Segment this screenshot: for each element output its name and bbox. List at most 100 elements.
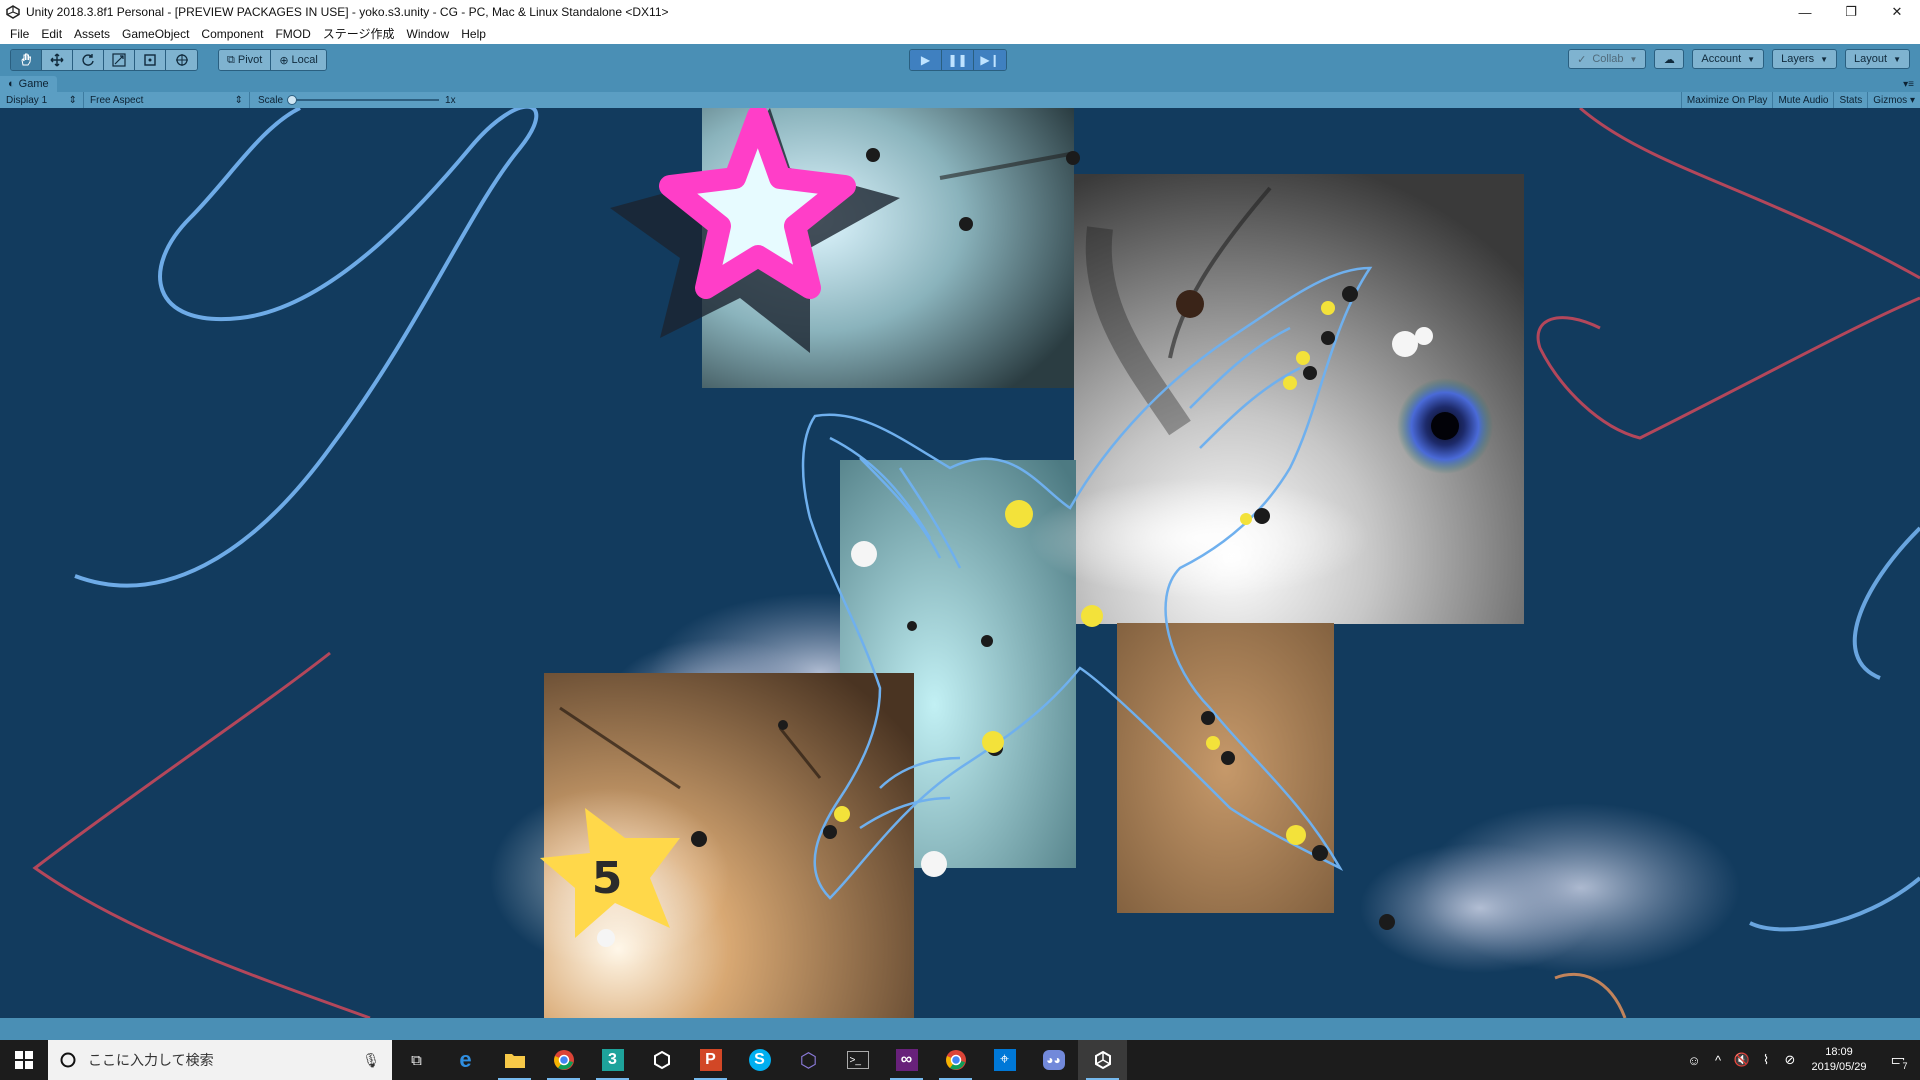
volume-button[interactable]: 🔇 xyxy=(1730,1040,1754,1080)
collab-dropdown[interactable]: ✓ Collab ▼ xyxy=(1568,49,1647,69)
tab-game[interactable]: ◐ Game xyxy=(0,76,57,92)
taskbar-chrome-2[interactable] xyxy=(931,1040,980,1080)
folder-icon xyxy=(504,1054,525,1068)
aspect-dropdown[interactable]: Free Aspect ⇕ xyxy=(84,92,250,108)
move-icon xyxy=(50,53,64,67)
light-trail-blue-left xyxy=(74,108,539,588)
taskbar-chrome[interactable] xyxy=(539,1040,588,1080)
dropdown-arrow-icon: ▼ xyxy=(1893,54,1901,64)
panel-cork-right xyxy=(1117,623,1334,913)
taskbar-discord[interactable]: ◕◕ xyxy=(1029,1040,1078,1080)
playback-controls: ▶ ❚❚ ▶❙ xyxy=(909,49,1007,71)
toolbar-right: ✓ Collab ▼ ☁ Account ▼ Layers ▼ Layout ▼ xyxy=(1568,49,1910,69)
action-center-button[interactable]: ▭ 7 xyxy=(1876,1040,1920,1080)
taskbar-app-hex[interactable]: ⬡ xyxy=(784,1040,833,1080)
network-button[interactable]: ⌇ xyxy=(1754,1040,1778,1080)
scale-slider[interactable] xyxy=(287,95,440,105)
task-view-button[interactable]: ⧉ xyxy=(392,1040,441,1080)
cloud-icon: ☁ xyxy=(1663,53,1675,66)
menu-bar: File Edit Assets GameObject Component FM… xyxy=(0,24,1920,44)
hand-tool-button[interactable] xyxy=(11,50,42,70)
people-button[interactable]: ☺ xyxy=(1682,1040,1706,1080)
rotate-tool-button[interactable] xyxy=(73,50,104,70)
close-button[interactable]: ✕ xyxy=(1874,0,1920,24)
taskbar-unity[interactable] xyxy=(1078,1040,1127,1080)
pause-button[interactable]: ❚❚ xyxy=(942,50,974,70)
rect-tool-button[interactable] xyxy=(135,50,166,70)
cloud-right xyxy=(1360,803,1740,973)
mute-audio-toggle[interactable]: Mute Audio xyxy=(1772,92,1833,108)
cloud-button[interactable]: ☁ xyxy=(1654,49,1685,69)
layers-label: Layers xyxy=(1781,53,1815,65)
maximize-on-play-toggle[interactable]: Maximize On Play xyxy=(1680,92,1773,108)
pivot-icon: ⧉ xyxy=(227,53,235,66)
menu-assets[interactable]: Assets xyxy=(68,24,116,44)
stats-toggle[interactable]: Stats xyxy=(1833,92,1867,108)
move-tool-button[interactable] xyxy=(42,50,73,70)
clock-time: 18:09 xyxy=(1825,1046,1853,1058)
taskbar-app-3[interactable]: 3 xyxy=(588,1040,637,1080)
volume-muted-icon: 🔇 xyxy=(1733,1052,1751,1067)
menu-fmod[interactable]: FMOD xyxy=(269,24,316,44)
dropdown-arrow-icon: ▼ xyxy=(1747,54,1756,64)
scale-label: Scale xyxy=(258,94,284,106)
hand-icon xyxy=(21,53,32,66)
taskbar-unity-hub[interactable] xyxy=(637,1040,686,1080)
minimize-button[interactable]: — xyxy=(1782,0,1828,24)
clock[interactable]: 18:09 2019/05/29 xyxy=(1802,1045,1876,1075)
play-button[interactable]: ▶ xyxy=(910,50,942,70)
step-icon: ▶❙ xyxy=(980,53,1000,67)
account-dropdown[interactable]: Account ▼ xyxy=(1692,49,1765,69)
menu-window[interactable]: Window xyxy=(401,24,456,44)
local-button[interactable]: ⊕ Local xyxy=(271,50,326,70)
display-dropdown[interactable]: Display 1 ⇕ xyxy=(0,92,84,108)
taskbar: ここに入力して検索 🎙 ⧉ e 3 P S ⬡ >_ ∞ ⌖ ◕◕ ☺ ^ 🔇 … xyxy=(0,1040,1920,1080)
close-icon: ✕ xyxy=(1891,4,1903,19)
ime-button[interactable]: ⊘ xyxy=(1778,1040,1802,1080)
pivot-button[interactable]: ⧉ Pivot xyxy=(219,50,272,70)
unity-icon xyxy=(1094,1050,1111,1070)
transform-tool-button[interactable] xyxy=(166,50,197,70)
menu-edit[interactable]: Edit xyxy=(35,24,68,44)
people-icon: ☺ xyxy=(1687,1052,1701,1068)
menu-help[interactable]: Help xyxy=(455,24,492,44)
title-bar: Unity 2018.3.8f1 Personal - [PREVIEW PAC… xyxy=(0,0,1920,24)
layers-dropdown[interactable]: Layers ▼ xyxy=(1772,49,1838,69)
clock-date: 2019/05/29 xyxy=(1811,1061,1867,1073)
scale-slider-knob[interactable] xyxy=(287,95,298,105)
taskbar-terminal[interactable]: >_ xyxy=(833,1040,882,1080)
mute-label: Mute Audio xyxy=(1778,94,1829,106)
star-number: 5 xyxy=(592,853,623,904)
game-viewport[interactable]: 5 xyxy=(0,108,1920,1018)
menu-stage-create[interactable]: ステージ作成 xyxy=(317,24,401,44)
chrome-icon xyxy=(945,1050,966,1070)
scale-tool-button[interactable] xyxy=(104,50,135,70)
gizmos-dropdown[interactable]: Gizmos ▾ xyxy=(1867,92,1920,108)
display-label: Display 1 xyxy=(6,94,48,106)
taskbar-explorer[interactable] xyxy=(490,1040,539,1080)
restore-button[interactable]: ❐ xyxy=(1828,0,1874,24)
taskbar-search[interactable]: ここに入力して検索 🎙 xyxy=(48,1040,392,1080)
start-button[interactable] xyxy=(0,1040,48,1080)
menu-file[interactable]: File xyxy=(4,24,35,44)
local-label: Local xyxy=(291,54,318,66)
dropdown-arrow-icon: ▼ xyxy=(1820,54,1829,64)
scale-value: 1x xyxy=(445,94,456,106)
step-button[interactable]: ▶❙ xyxy=(974,50,1006,70)
tab-menu-icon[interactable]: ▾≡ xyxy=(1903,79,1914,90)
show-hidden-icons-button[interactable]: ^ xyxy=(1706,1040,1730,1080)
terminal-icon: >_ xyxy=(846,1051,869,1069)
taskbar-visual-studio[interactable]: ∞ xyxy=(882,1040,931,1080)
play-icon: ▶ xyxy=(920,53,931,67)
taskbar-skype[interactable]: S xyxy=(735,1040,784,1080)
wifi-icon: ⌇ xyxy=(1762,1052,1770,1067)
taskbar-maps[interactable]: ⌖ xyxy=(980,1040,1029,1080)
layout-dropdown[interactable]: Layout ▼ xyxy=(1845,49,1910,69)
window-title: Unity 2018.3.8f1 Personal - [PREVIEW PAC… xyxy=(26,5,669,19)
menu-gameobject[interactable]: GameObject xyxy=(116,24,195,44)
updown-icon: ⇕ xyxy=(68,94,77,106)
menu-component[interactable]: Component xyxy=(195,24,269,44)
taskbar-powerpoint[interactable]: P xyxy=(686,1040,735,1080)
taskbar-edge[interactable]: e xyxy=(441,1040,490,1080)
main-toolbar: ⧉ Pivot ⊕ Local ▶ ❚❚ ▶❙ ✓ Collab ▼ ☁ Account… xyxy=(0,44,1920,76)
